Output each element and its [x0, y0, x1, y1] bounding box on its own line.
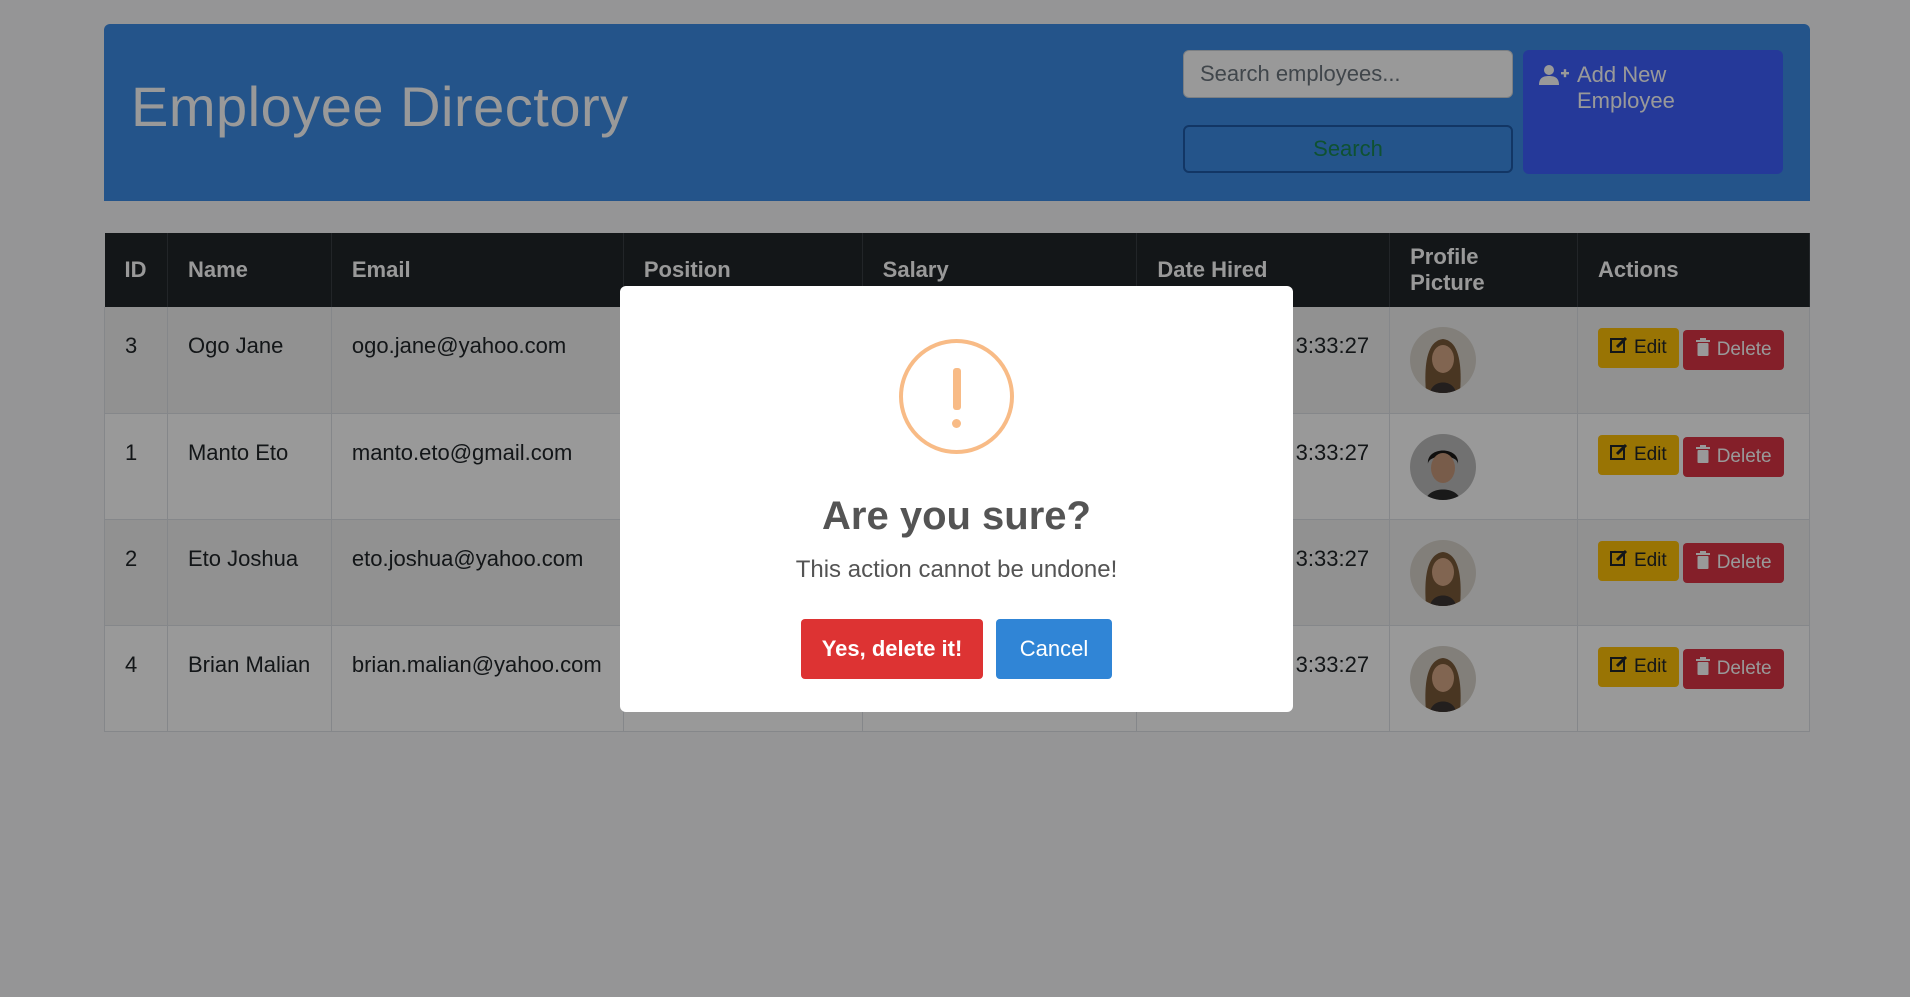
dialog-actions: Yes, delete it! Cancel: [620, 619, 1293, 679]
warning-icon: [899, 339, 1014, 454]
cancel-button[interactable]: Cancel: [996, 619, 1112, 679]
dialog-title: Are you sure?: [822, 494, 1091, 538]
warning-icon-dot: [952, 419, 961, 428]
dialog-message: This action cannot be undone!: [795, 556, 1118, 583]
confirm-dialog: Are you sure? This action cannot be undo…: [620, 286, 1293, 712]
confirm-delete-button[interactable]: Yes, delete it!: [801, 619, 983, 679]
warning-icon-bar: [952, 368, 961, 410]
